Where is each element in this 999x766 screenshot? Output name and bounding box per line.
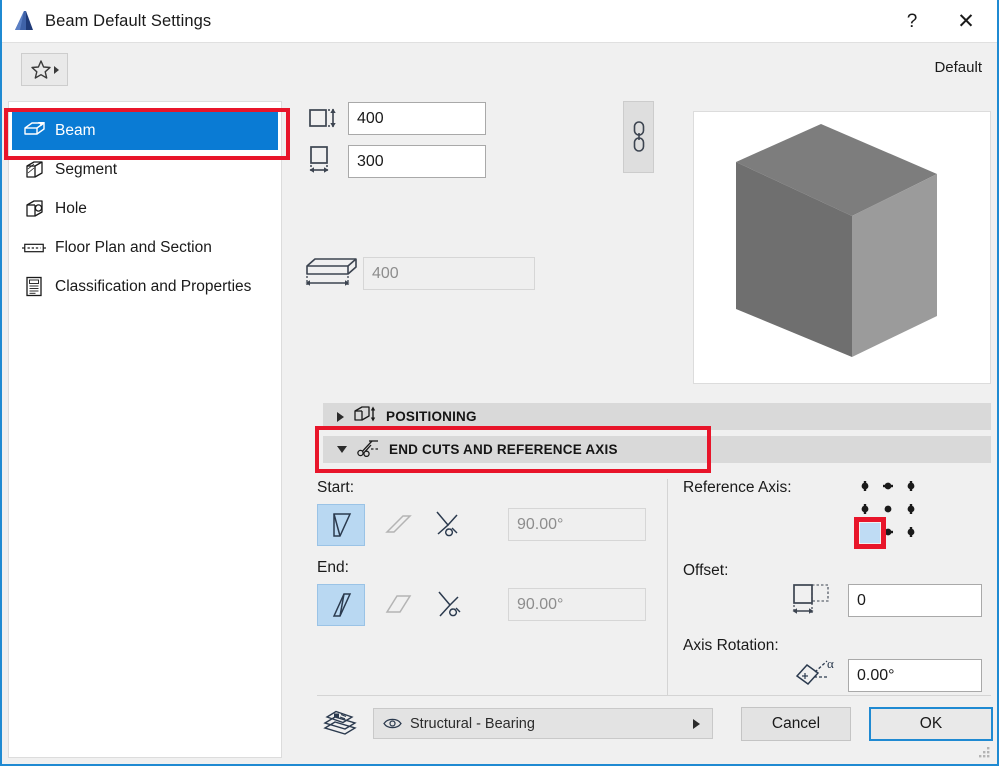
chevron-down-icon [337, 446, 347, 453]
start-cut-vertical-button[interactable] [317, 504, 365, 546]
cut-slanted-icon [385, 515, 412, 533]
end-cut-vertical-button[interactable] [317, 584, 365, 626]
layer-combobox-value: Structural - Bearing [410, 715, 535, 732]
sidebar: Beam Segment Hole Floor Plan and Section… [8, 101, 282, 758]
end-cuts-panel: Start: 90.00° End: 90.00° Reference Axis… [303, 473, 991, 695]
cut-vertical-icon [332, 593, 352, 617]
offset-input[interactable]: 0 [848, 584, 982, 617]
sidebar-item-label: Hole [55, 199, 87, 217]
reference-axis-label: Reference Axis: [683, 479, 792, 496]
window-title: Beam Default Settings [45, 11, 212, 30]
section-header-positioning[interactable]: POSITIONING [323, 403, 991, 430]
start-angle-input: 90.00° [508, 508, 646, 541]
start-label: Start: [317, 479, 355, 496]
segment-icon [22, 159, 46, 181]
sidebar-item-segment[interactable]: Segment [12, 150, 278, 189]
close-button[interactable]: ✕ [943, 0, 989, 43]
end-label: End: [317, 559, 349, 576]
cancel-button[interactable]: Cancel [741, 707, 851, 741]
properties-icon [22, 276, 46, 298]
axis-rotation-input[interactable]: 0.00° [848, 659, 982, 692]
sidebar-item-label: Classification and Properties [55, 277, 252, 295]
sidebar-item-hole[interactable]: Hole [12, 189, 278, 228]
sidebar-item-label: Segment [55, 160, 118, 178]
sidebar-item-label: Floor Plan and Section [55, 238, 212, 256]
cut-slanted-icon [385, 595, 412, 613]
title-bar: Beam Default Settings ? ✕ [2, 0, 997, 43]
dimension-fields: 400 300 400 [303, 101, 673, 290]
width-input[interactable]: 300 [348, 144, 486, 178]
beam-default-settings-dialog: Beam Default Settings ? ✕ Default Beam S… [0, 0, 999, 766]
cut-custom-angle-icon [438, 591, 461, 617]
panel-divider [667, 479, 668, 695]
floor-plan-icon [22, 237, 46, 259]
end-cut-slanted-button[interactable] [373, 584, 421, 626]
length-row: 400 [303, 253, 535, 293]
height-row: 400 [303, 101, 673, 135]
chevron-right-icon [337, 411, 344, 422]
sidebar-item-beam[interactable]: Beam [12, 111, 278, 150]
dialog-footer: Structural - Bearing Cancel OK [317, 695, 993, 751]
link-dimensions-button[interactable] [623, 101, 654, 173]
sidebar-item-label: Beam [55, 121, 96, 139]
content-area: 400 300 400 POSITIONING END CUTS AND REF… [303, 101, 993, 756]
beam-icon [22, 120, 46, 142]
width-row: 300 [303, 144, 673, 178]
help-button[interactable]: ? [889, 0, 935, 43]
resize-grip-icon[interactable] [978, 746, 992, 760]
caret-right-icon [693, 718, 700, 729]
length-dimension-icon [303, 253, 363, 293]
axis-rotation-icon: α [793, 656, 841, 697]
toolbar: Default [2, 43, 997, 95]
svg-text:α: α [827, 656, 834, 671]
axis-selected-cell-fill [860, 523, 880, 543]
width-dimension-icon [303, 144, 348, 178]
default-label: Default [934, 59, 982, 76]
star-icon [31, 60, 51, 79]
start-cut-custom-angle-button[interactable] [425, 504, 473, 546]
caret-right-icon [54, 66, 59, 74]
section-label: END CUTS AND REFERENCE AXIS [389, 442, 618, 457]
cut-custom-angle-icon [436, 511, 458, 537]
offset-icon [791, 581, 837, 624]
sidebar-item-floor-plan-and-section[interactable]: Floor Plan and Section [12, 228, 278, 267]
favorites-button[interactable] [21, 53, 68, 86]
beam-3d-preview[interactable] [693, 111, 991, 384]
chain-link-icon [633, 121, 644, 152]
height-input[interactable]: 400 [348, 101, 486, 135]
sidebar-item-classification-and-properties[interactable]: Classification and Properties [12, 267, 278, 306]
layer-combobox[interactable]: Structural - Bearing [373, 708, 713, 739]
hole-icon [22, 198, 46, 220]
archicad-logo-icon [15, 11, 33, 30]
ok-button[interactable]: OK [869, 707, 993, 741]
axis-rotation-label: Axis Rotation: [683, 637, 779, 654]
cut-vertical-icon [333, 513, 352, 537]
layers-icon[interactable] [321, 708, 359, 738]
preview-box-graphic [736, 124, 937, 357]
end-angle-input: 90.00° [508, 588, 646, 621]
eye-icon [383, 718, 402, 729]
section-header-end-cuts[interactable]: END CUTS AND REFERENCE AXIS [323, 436, 991, 463]
end-cuts-icon [356, 438, 380, 461]
offset-label: Offset: [683, 562, 729, 579]
positioning-icon [353, 405, 377, 428]
start-cut-slanted-button[interactable] [373, 504, 421, 546]
length-input: 400 [363, 256, 535, 290]
section-label: POSITIONING [386, 409, 477, 424]
end-cut-custom-angle-button[interactable] [425, 584, 473, 626]
height-dimension-icon [303, 101, 348, 135]
